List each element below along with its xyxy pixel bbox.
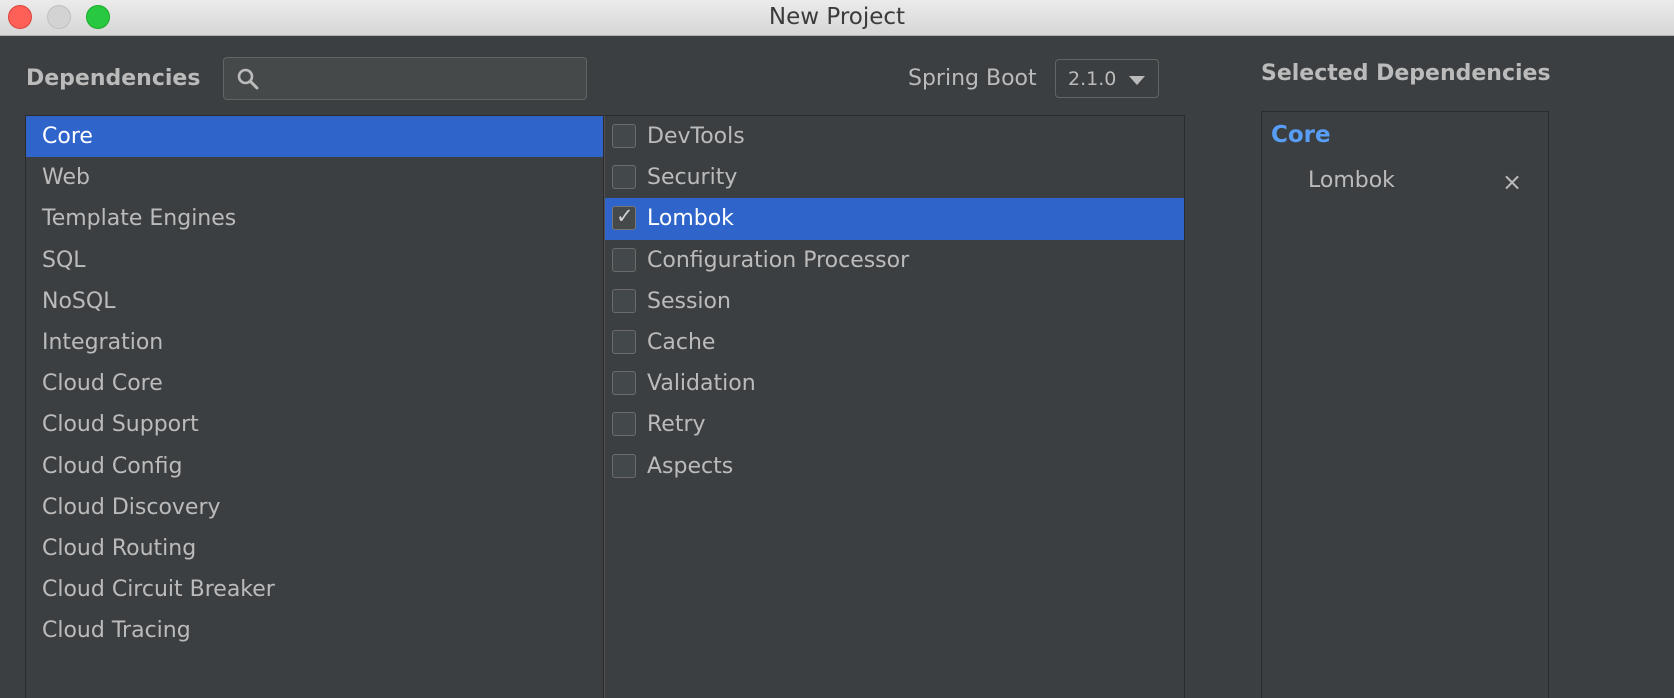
window-background [1566, 36, 1674, 698]
title-bar: New Project [0, 0, 1674, 36]
category-item-cloud-routing[interactable]: Cloud Routing [26, 528, 603, 569]
dependency-checkbox[interactable] [612, 453, 636, 478]
dependency-checkbox[interactable] [612, 329, 636, 354]
dependency-checkbox[interactable] [612, 124, 636, 148]
dependency-item-lombok[interactable]: ✓ Lombok [605, 198, 1184, 240]
dependency-item-validation[interactable]: Validation [605, 363, 1184, 404]
dependency-checkbox[interactable] [612, 247, 636, 272]
category-item-sql[interactable]: SQL [26, 240, 603, 281]
category-item-integration[interactable]: Integration [26, 322, 603, 363]
spring-boot-version-select[interactable]: 2.1.0 [1055, 59, 1159, 98]
dependency-item-retry[interactable]: Retry [605, 404, 1184, 445]
dependency-label: Session [647, 288, 731, 314]
checkmark-icon: ✓ [616, 204, 634, 229]
dependency-label: Aspects [647, 453, 734, 479]
category-item-cloud-support[interactable]: Cloud Support [26, 404, 603, 445]
selected-dependencies-title: Selected Dependencies [1261, 61, 1551, 86]
selected-group-header: Core [1271, 122, 1331, 148]
dependency-label: Cache [647, 329, 716, 355]
category-item-cloud-core[interactable]: Cloud Core [26, 363, 603, 404]
dependency-item-cache[interactable]: Cache [605, 322, 1184, 363]
search-input[interactable] [223, 57, 587, 100]
dependency-item-configuration-processor[interactable]: Configuration Processor [605, 240, 1184, 281]
selected-dependency-label: Lombok [1308, 168, 1395, 193]
dependency-label: Retry [647, 412, 706, 438]
spring-boot-label: Spring Boot [908, 66, 1037, 91]
category-list[interactable]: Core Web Template Engines SQL NoSQL Inte… [25, 115, 604, 698]
category-item-template-engines[interactable]: Template Engines [26, 198, 603, 239]
dependency-item-security[interactable]: Security [605, 157, 1184, 198]
category-item-cloud-tracing[interactable]: Cloud Tracing [26, 610, 603, 651]
dependency-checkbox[interactable] [612, 288, 636, 313]
dependency-label: Lombok [647, 206, 734, 232]
dependency-label: Configuration Processor [647, 247, 910, 273]
dependency-item-devtools[interactable]: DevTools [605, 116, 1184, 157]
spring-boot-version-value: 2.1.0 [1068, 68, 1117, 90]
selected-dependencies-panel: Core Lombok × [1261, 111, 1549, 698]
category-item-cloud-circuit-breaker[interactable]: Cloud Circuit Breaker [26, 569, 603, 610]
dependency-checkbox[interactable]: ✓ [612, 204, 636, 231]
category-item-web[interactable]: Web [26, 157, 603, 198]
dependency-item-session[interactable]: Session [605, 281, 1184, 322]
dependency-checkbox[interactable] [612, 165, 636, 190]
search-icon [237, 68, 259, 90]
window-title: New Project [768, 4, 906, 30]
category-item-nosql[interactable]: NoSQL [26, 281, 603, 322]
category-item-cloud-config[interactable]: Cloud Config [26, 446, 603, 487]
chevron-down-icon [1129, 76, 1145, 85]
dependency-label: Validation [647, 371, 756, 397]
dependency-label: Security [647, 165, 738, 191]
dependency-item-aspects[interactable]: Aspects [605, 446, 1184, 487]
dependency-list[interactable]: DevTools Security ✓ Lombok Configuration… [604, 115, 1185, 698]
category-item-core[interactable]: Core [26, 116, 603, 158]
dependency-checkbox[interactable] [612, 412, 636, 437]
dependency-label: DevTools [647, 124, 745, 149]
close-icon[interactable]: × [1502, 168, 1522, 196]
category-item-cloud-discovery[interactable]: Cloud Discovery [26, 487, 603, 528]
dependency-checkbox[interactable] [612, 371, 636, 396]
dependencies-label: Dependencies [26, 66, 201, 91]
